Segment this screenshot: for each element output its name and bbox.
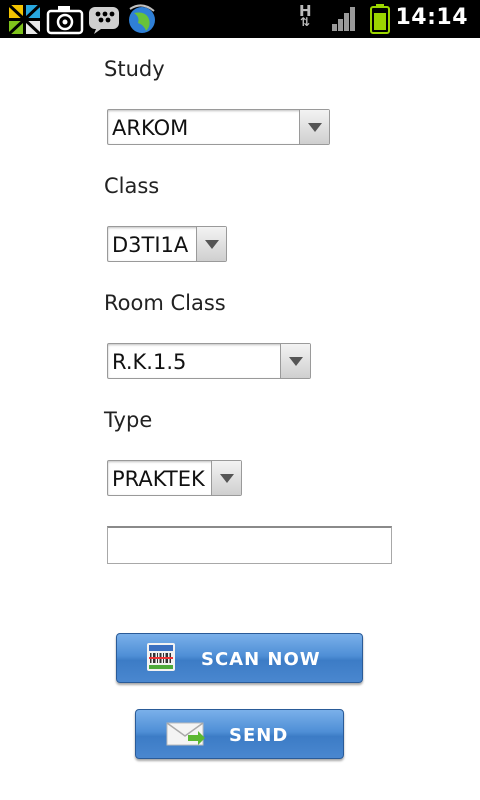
send-label: SEND bbox=[229, 725, 289, 746]
barcode-icon bbox=[147, 643, 175, 671]
room-class-value: R.K.1.5 bbox=[112, 350, 187, 374]
type-select[interactable]: PRAKTEK bbox=[107, 460, 242, 496]
class-value: D3TI1A bbox=[112, 233, 189, 257]
clock: 14:14 bbox=[395, 5, 468, 30]
data-hsdpa-icon: H ⇅ bbox=[299, 2, 312, 29]
camera-icon bbox=[46, 6, 84, 35]
bbm-icon bbox=[89, 7, 119, 34]
study-value: ARKOM bbox=[112, 116, 189, 140]
launcher-grid-icon bbox=[8, 3, 42, 35]
envelope-icon bbox=[166, 722, 205, 746]
status-bar: H ⇅ 14:14 bbox=[0, 0, 480, 38]
scan-now-button[interactable]: SCAN NOW bbox=[116, 633, 363, 683]
battery-icon bbox=[370, 4, 390, 34]
class-label: Class bbox=[104, 174, 160, 198]
browser-globe-icon bbox=[129, 4, 155, 33]
send-button[interactable]: SEND bbox=[135, 709, 344, 759]
chevron-down-icon[interactable] bbox=[299, 110, 329, 144]
code-input[interactable] bbox=[107, 526, 392, 564]
study-select[interactable]: ARKOM bbox=[107, 109, 330, 145]
chevron-down-icon[interactable] bbox=[196, 227, 226, 261]
chevron-down-icon[interactable] bbox=[211, 461, 241, 495]
class-select[interactable]: D3TI1A bbox=[107, 226, 227, 262]
signal-icon bbox=[332, 7, 355, 31]
room-class-select[interactable]: R.K.1.5 bbox=[107, 343, 311, 379]
type-label: Type bbox=[104, 408, 153, 432]
type-value: PRAKTEK bbox=[112, 467, 205, 491]
study-label: Study bbox=[104, 57, 165, 81]
room-class-label: Room Class bbox=[104, 291, 226, 315]
chevron-down-icon[interactable] bbox=[280, 344, 310, 378]
scan-now-label: SCAN NOW bbox=[201, 649, 321, 670]
